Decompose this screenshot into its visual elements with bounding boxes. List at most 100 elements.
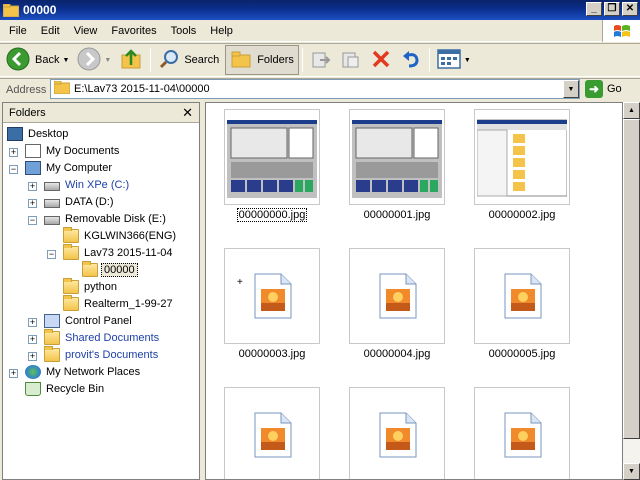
folder-icon [53, 80, 71, 97]
undo-icon [400, 48, 422, 73]
thumbnail-00000005[interactable] [474, 248, 570, 344]
views-button[interactable]: ▼ [433, 45, 475, 75]
tree-item-control-panel[interactable]: Control Panel [44, 312, 134, 329]
thumbnail-file[interactable] [224, 387, 320, 479]
tree-item-lav73[interactable]: Lav73 2015-11-04 [63, 243, 174, 261]
thumbnail-00000002[interactable] [474, 109, 570, 205]
collapse-icon[interactable]: − [9, 165, 18, 174]
expand-icon[interactable]: + [28, 335, 37, 344]
tree-item-provits-documents[interactable]: provit's Documents [44, 345, 160, 363]
address-dropdown-icon[interactable]: ▼ [563, 80, 579, 98]
image-file-icon [378, 412, 418, 461]
expand-icon[interactable]: + [28, 199, 37, 208]
file-name[interactable]: 00000001.jpg [342, 209, 452, 221]
file-name[interactable]: 00000000.jpg [217, 208, 327, 222]
folders-button[interactable]: Folders [225, 45, 299, 75]
back-button[interactable]: Back ▼ [2, 45, 73, 75]
expand-icon[interactable]: + [9, 369, 18, 378]
thumbnail-00000001[interactable] [349, 109, 445, 205]
tree-item-my-documents[interactable]: My Documents [25, 142, 121, 159]
thumbnail-00000004[interactable] [349, 248, 445, 344]
image-file-icon [378, 273, 418, 322]
control-panel-icon [44, 313, 60, 328]
tree-item-label: Shared Documents [65, 331, 160, 344]
image-file-icon [253, 273, 293, 322]
file-name[interactable]: 00000004.jpg [342, 348, 452, 360]
move-to-button[interactable] [306, 45, 336, 75]
tree-item-00000[interactable]: 00000 [82, 260, 138, 278]
scroll-up-icon[interactable]: ▲ [623, 102, 640, 119]
back-dropdown-icon[interactable]: ▼ [62, 57, 69, 64]
collapse-icon[interactable]: − [47, 250, 56, 259]
maximize-button[interactable]: ❐ [604, 2, 620, 16]
up-folder-button[interactable] [115, 45, 147, 75]
search-label: Search [184, 54, 220, 66]
expand-icon[interactable]: + [28, 182, 37, 191]
address-bar: Address E:\Lav73 2015-11-04\00000 ▼ ➜ Go [0, 78, 640, 100]
menu-view[interactable]: View [67, 20, 105, 42]
file-name[interactable]: 00000003.jpg [217, 348, 327, 360]
address-input[interactable]: E:\Lav73 2015-11-04\00000 ▼ [50, 79, 580, 99]
vertical-scrollbar[interactable]: ▲ ▼ [623, 102, 640, 480]
tree-item-drive-d[interactable]: DATA (D:) [44, 193, 115, 210]
undo-button[interactable] [396, 45, 426, 75]
tree-item-kglwin366[interactable]: KGLWIN366(ENG) [63, 226, 178, 244]
tree-item-recycle-bin[interactable]: Recycle Bin [25, 380, 106, 397]
close-pane-icon[interactable]: ✕ [182, 105, 193, 121]
title-bar: 00000 _ ❐ ✕ [0, 0, 640, 20]
image-file-icon [503, 273, 543, 322]
thumbnail-file[interactable] [349, 387, 445, 479]
menu-help[interactable]: Help [203, 20, 240, 42]
folder-icon [63, 277, 79, 294]
tree-item-realterm[interactable]: Realterm_1-99-27 [63, 294, 175, 312]
folder-icon [63, 226, 79, 243]
tree-item-my-computer[interactable]: My Computer [25, 159, 114, 176]
tree-item-desktop[interactable]: Desktop [7, 125, 70, 142]
go-arrow-icon: ➜ [585, 80, 603, 98]
menu-tools[interactable]: Tools [164, 20, 204, 42]
thumbnail-00000000[interactable] [224, 109, 320, 205]
computer-icon [25, 160, 41, 175]
file-name-text: 00000005.jpg [488, 348, 556, 360]
tree-item-label: Realterm_1-99-27 [84, 297, 173, 310]
recycle-bin-icon [25, 381, 41, 396]
forward-dropdown-icon[interactable]: ▼ [104, 57, 111, 64]
address-value: E:\Lav73 2015-11-04\00000 [74, 83, 210, 95]
delete-button[interactable] [366, 45, 396, 75]
screenshot-thumbnail-image [227, 112, 317, 202]
tree-item-network-places[interactable]: My Network Places [25, 363, 142, 380]
scroll-down-icon[interactable]: ▼ [623, 463, 640, 480]
folder-open-icon [82, 260, 98, 277]
toolbar-separator [301, 48, 303, 72]
tree-item-label: My Documents [46, 144, 120, 157]
forward-button[interactable]: ▼ [73, 45, 115, 75]
file-name[interactable]: 00000002.jpg [467, 209, 577, 221]
back-arrow-icon [6, 47, 30, 74]
go-button[interactable]: ➜ Go [585, 80, 622, 98]
drive-icon [44, 198, 60, 208]
menu-edit[interactable]: Edit [34, 20, 67, 42]
up-folder-icon [119, 47, 143, 74]
copy-to-button[interactable] [336, 45, 366, 75]
tree-item-drive-e[interactable]: Removable Disk (E:) [44, 210, 168, 227]
file-name[interactable]: 00000005.jpg [467, 348, 577, 360]
minimize-button[interactable]: _ [586, 2, 602, 16]
search-button[interactable]: Search [154, 45, 223, 75]
expand-icon[interactable]: + [9, 148, 18, 157]
menu-file[interactable]: File [0, 20, 34, 42]
tree-item-python[interactable]: python [63, 277, 119, 295]
collapse-icon[interactable]: − [28, 216, 37, 225]
tree-item-drive-c[interactable]: Win XPe (C:) [44, 176, 131, 193]
expand-icon[interactable]: + [28, 352, 37, 361]
copy-to-icon [340, 48, 362, 73]
tree-item-shared-documents[interactable]: Shared Documents [44, 328, 161, 346]
menu-favorites[interactable]: Favorites [104, 20, 163, 42]
scrollbar-thumb[interactable] [623, 119, 640, 439]
expand-icon[interactable]: + [28, 318, 37, 327]
thumbnail-00000003[interactable]: + [224, 248, 320, 344]
views-dropdown-icon[interactable]: ▼ [464, 57, 471, 64]
tree-item-label: DATA (D:) [65, 195, 114, 208]
close-button[interactable]: ✕ [622, 2, 638, 16]
tree-item-label: My Computer [46, 161, 113, 174]
thumbnail-file[interactable] [474, 387, 570, 479]
